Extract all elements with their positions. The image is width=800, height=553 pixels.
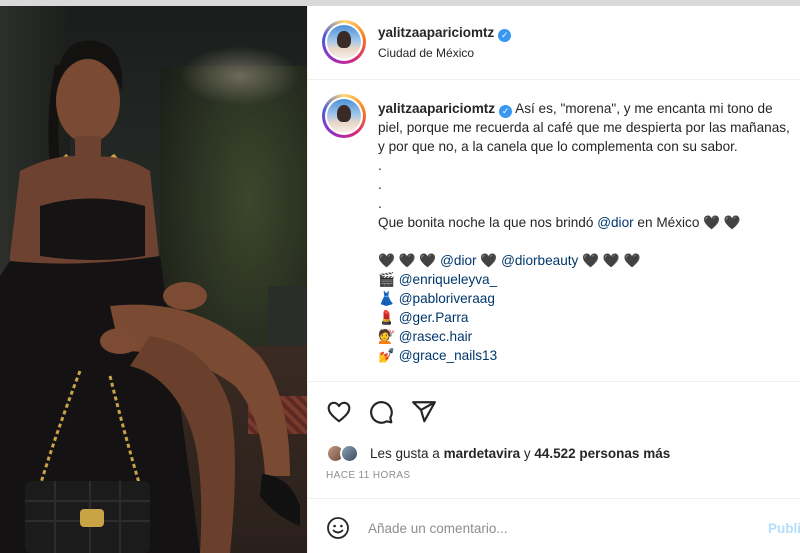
verified-badge-icon: ✓ [498,29,512,42]
emoji-smiley-icon[interactable] [326,516,350,540]
credit-emoji: 💇 [378,329,395,344]
like-heart-icon[interactable] [326,399,352,425]
action-bar [308,399,800,429]
post-photo[interactable] [0,6,307,553]
mention-link[interactable]: @grace_nails13 [399,348,497,363]
caption-avatar[interactable] [322,94,366,138]
liker-username-link[interactable]: mardetavira [444,446,521,461]
post-timestamp[interactable]: HACE 11 HORAS [326,470,410,481]
location-link[interactable]: Ciudad de México [378,46,474,60]
credit-emoji: 💄 [378,310,395,325]
username-text[interactable]: yalitzaapariciomtz [378,25,494,40]
likes-summary[interactable]: Les gusta a mardetavira y 44.522 persona… [326,443,796,465]
comment-box: Añade un comentario... Publicar [308,498,800,553]
comment-bubble-icon[interactable] [368,399,394,425]
verified-badge-icon: ✓ [499,105,513,118]
mention-link[interactable]: @rasec.hair [399,329,473,344]
caption-line-hearts: 🖤 🖤 🖤 @dior 🖤 @diorbeauty 🖤 🖤 🖤 [378,253,641,268]
post-header: yalitzaapariciomtz ✓ Ciudad de México [308,6,800,80]
caption-body: yalitzaapariciomtz ✓ Así es, "morena", y … [378,99,798,365]
username-link[interactable]: yalitzaapariciomtz ✓ [378,25,512,42]
likes-count-link[interactable]: 44.522 personas más [534,446,670,461]
mention-link[interactable]: @dior [597,215,633,230]
mention-link[interactable]: @pabloriveraag [399,291,495,306]
credit-emoji: 👗 [378,291,395,306]
caption-dot: . [378,158,382,173]
post-detail-panel: yalitzaapariciomtz ✓ Ciudad de México yal… [307,6,800,553]
avatar[interactable] [322,20,366,64]
mention-link[interactable]: @dior [440,253,476,268]
credit-line: 💇 @rasec.hair [378,327,798,346]
caption-dot: . [378,177,382,192]
credit-line: 👗 @pabloriveraag [378,289,798,308]
mention-link[interactable]: @enriqueleyva_ [399,272,497,287]
caption-username-link[interactable]: yalitzaapariciomtz ✓ [378,101,513,118]
mention-link[interactable]: @diorbeauty [501,253,578,268]
publish-button[interactable]: Publicar [768,521,800,536]
caption-line-dior: Que bonita noche la que nos brindó @dior… [378,215,741,230]
comment-input[interactable]: Añade un comentario... [368,521,508,536]
mention-link[interactable]: @ger.Parra [399,310,469,325]
credit-line: 💄 @ger.Parra [378,308,798,327]
credit-line: 🎬 @enriqueleyva_ [378,270,798,289]
caption-dot: . [378,196,382,211]
credit-emoji: 💅 [378,348,395,363]
likes-text: Les gusta a mardetavira y 44.522 persona… [370,446,671,461]
credit-line: 💅 @grace_nails13 [378,346,798,365]
caption-scroll-area[interactable]: yalitzaapariciomtz ✓ Así es, "morena", y … [308,80,800,382]
photo-figure [0,40,300,553]
credit-emoji: 🎬 [378,272,395,287]
liker-avatar [340,444,359,463]
share-paper-plane-icon[interactable] [411,399,437,425]
